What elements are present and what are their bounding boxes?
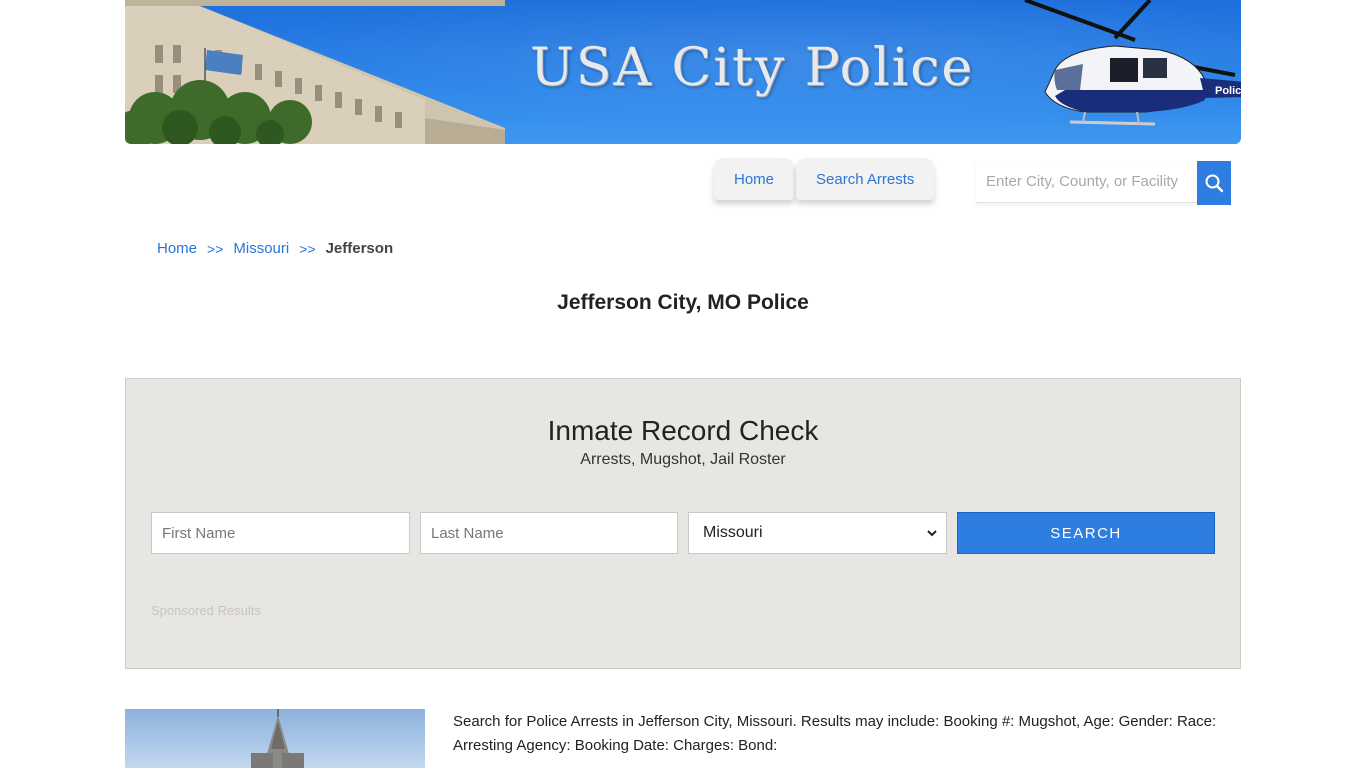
breadcrumb-separator: >> [299,240,316,257]
breadcrumb-current: Jefferson [325,240,394,257]
nav-tab-search-arrests[interactable]: Search Arrests [796,158,935,200]
breadcrumb-state-link[interactable]: Missouri [233,240,289,257]
site-banner[interactable]: USA City Police Police [125,0,1241,144]
city-description: Search for Police Arrests in Jefferson C… [453,713,1217,754]
page-title: Jefferson City, MO Police [557,291,809,314]
inmate-record-subheading: Arrests, Mugshot, Jail Roster [580,451,786,468]
breadcrumb: Home >> Missouri >> Jefferson [157,240,393,257]
government-building-image [125,0,505,144]
church-spire-image [251,709,304,768]
search-icon [1205,174,1224,193]
last-name-input[interactable] [420,512,678,554]
site-search [976,161,1231,205]
page: USA City Police Police Home Search Arres… [0,0,1366,768]
city-search-input[interactable] [976,161,1197,203]
city-photo [125,709,425,768]
state-select-value: Missouri [703,524,763,541]
police-helicopter-image: Police [1024,0,1241,126]
chevron-down-icon [927,530,937,537]
inmate-record-panel: Inmate Record Check Arrests, Mugshot, Ja… [125,378,1241,669]
helicopter-police-text: Police [1215,85,1241,97]
site-search-button[interactable] [1197,161,1231,205]
search-button[interactable]: SEARCH [957,512,1215,554]
breadcrumb-separator: >> [207,240,224,257]
breadcrumb-home-link[interactable]: Home [157,240,197,257]
inmate-record-heading: Inmate Record Check [547,415,819,446]
main-nav: Home Search Arrests [714,158,936,204]
state-select[interactable]: Missouri [688,512,947,554]
first-name-input[interactable] [151,512,410,554]
sponsored-results-label: Sponsored Results [151,603,261,618]
nav-tab-home[interactable]: Home [714,158,795,200]
